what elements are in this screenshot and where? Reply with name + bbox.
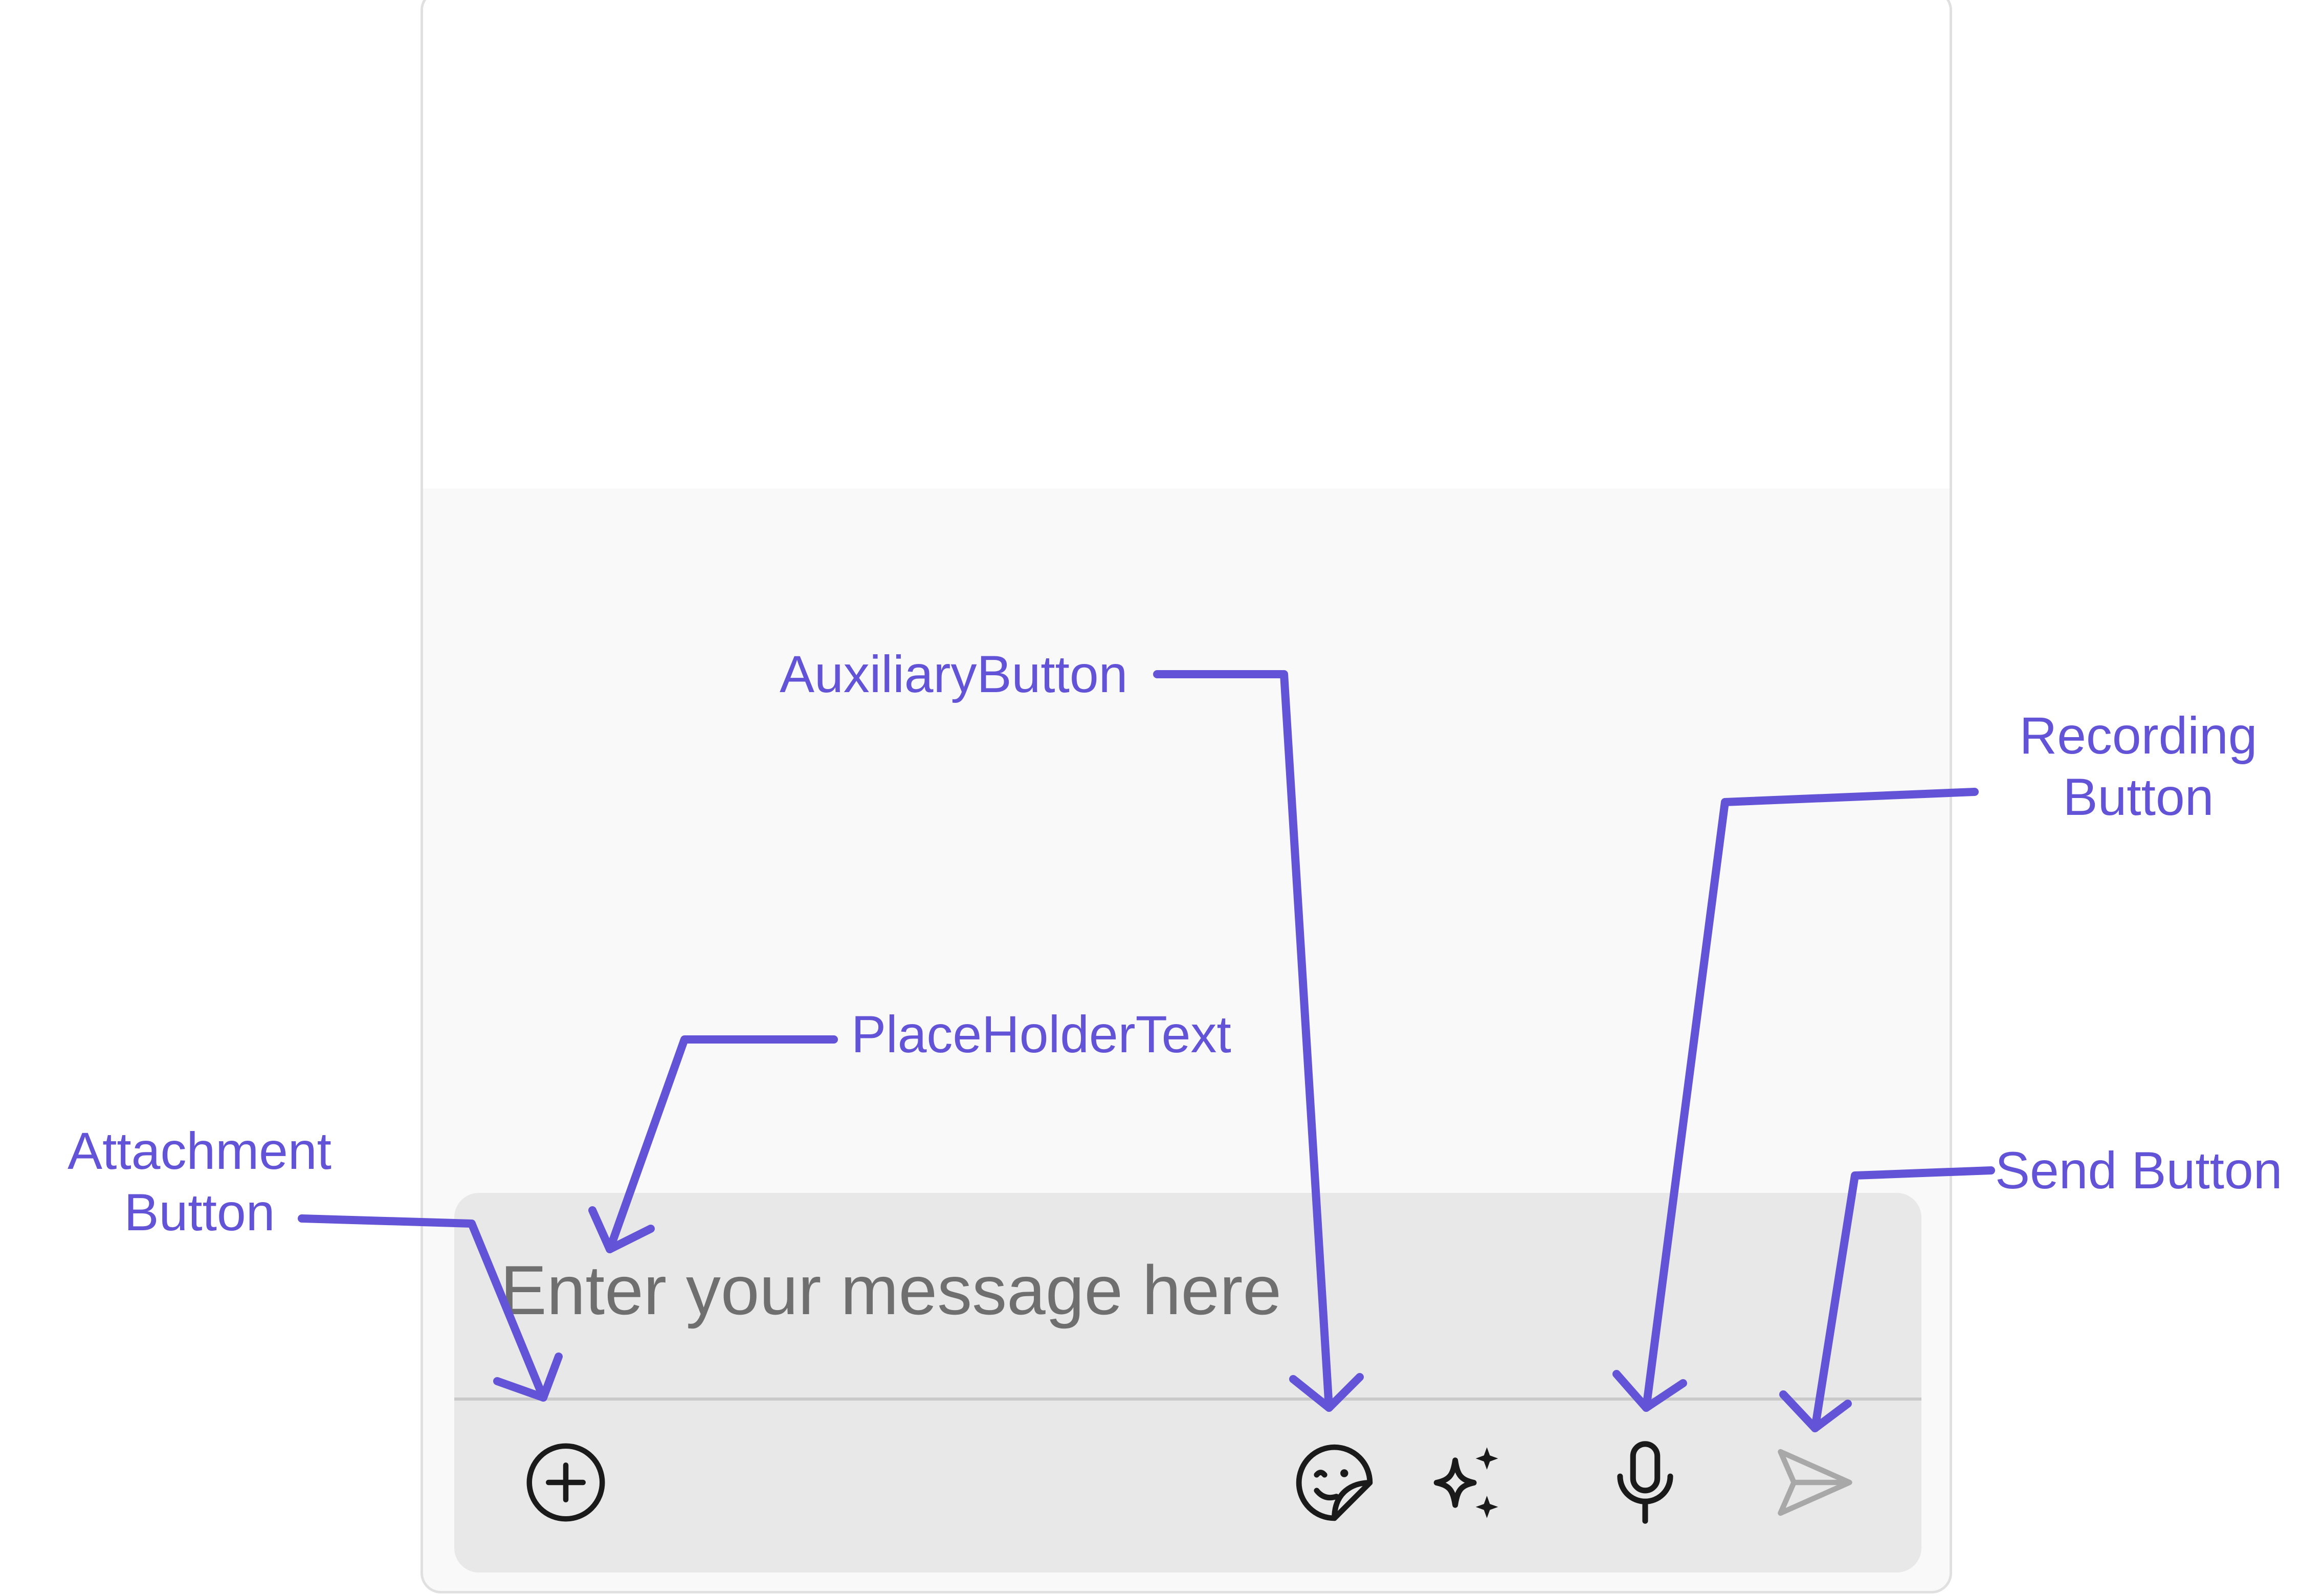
send-button[interactable] [1764,1431,1866,1534]
screenshot-stage: Attachment Button PlaceHolderText Auxili… [0,0,2301,1596]
auxiliary-annotation: AuxiliaryButton [780,645,1128,703]
microphone-icon [1617,1441,1673,1524]
attachment-annotation-line2: Button [124,1183,275,1242]
plus-circle-icon [526,1443,605,1522]
recording-button[interactable] [1594,1431,1696,1534]
message-composer [454,1193,1921,1572]
sparkles-icon [1433,1447,1498,1518]
recording-annotation-line2: Button [2063,768,2214,826]
recording-annotation-line1: Recording [2019,706,2258,765]
placeholder-annotation: PlaceHolderText [851,1005,1231,1063]
attachment-annotation: Attachment Button [46,1120,353,1243]
send-annotation: Send Button [1995,1141,2283,1200]
composer-divider [454,1398,1921,1401]
attachment-annotation-line1: Attachment [68,1122,331,1180]
message-input[interactable] [500,1213,1882,1367]
attachment-button[interactable] [515,1431,617,1534]
message-list-area [423,0,1950,489]
recording-annotation: Recording Button [1985,705,2292,828]
send-icon [1778,1449,1852,1516]
ai-assist-button[interactable] [1415,1431,1517,1534]
sticker-icon [1296,1444,1373,1521]
auxiliary-button[interactable] [1283,1431,1385,1534]
